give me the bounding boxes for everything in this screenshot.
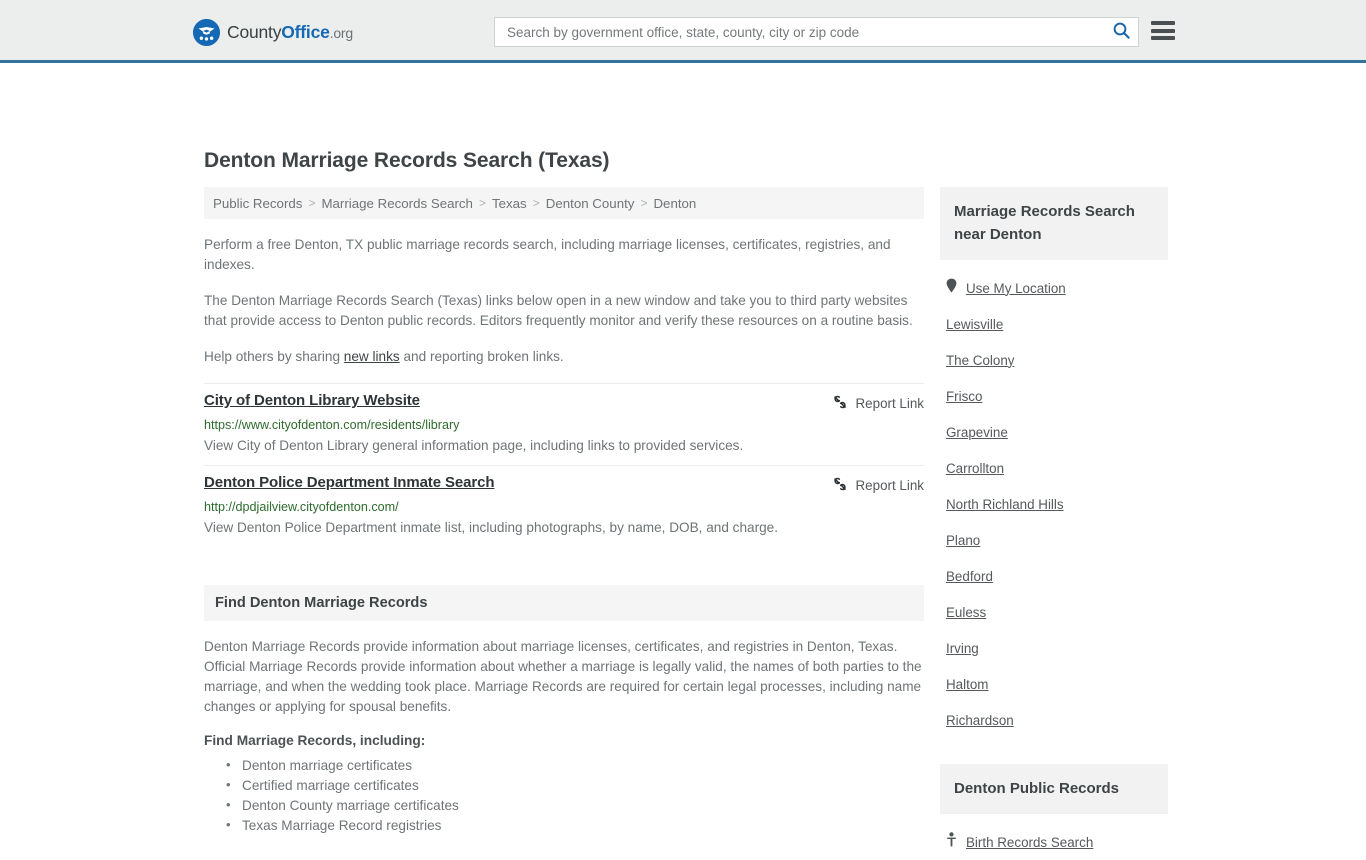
breadcrumb-item-texas[interactable]: Texas xyxy=(492,196,527,211)
find-records-section-body: Denton Marriage Records provide informat… xyxy=(204,639,922,714)
broken-link-icon xyxy=(832,394,848,413)
sidebar-item-euless[interactable]: Euless xyxy=(940,594,1168,630)
share-text-before: Help others by sharing xyxy=(204,349,344,364)
breadcrumb-separator: > xyxy=(640,196,648,210)
report-link-label: Report Link xyxy=(855,478,924,493)
breadcrumb-item-denton-county[interactable]: Denton County xyxy=(546,196,635,211)
intro-paragraph-1: Perform a free Denton, TX public marriag… xyxy=(204,237,891,272)
report-link-button[interactable]: Report Link xyxy=(832,474,924,495)
find-records-section-heading: Find Denton Marriage Records xyxy=(204,585,924,621)
sidebar-nearby-heading: Marriage Records Search near Denton xyxy=(940,187,1168,260)
sidebar-item-label[interactable]: Carrollton xyxy=(946,461,1004,476)
sidebar-item-irving[interactable]: Irving xyxy=(940,630,1168,666)
breadcrumb-separator: > xyxy=(308,196,316,210)
sidebar-item-label[interactable]: Use My Location xyxy=(966,281,1066,296)
search-icon xyxy=(1113,22,1130,42)
page-title: Denton Marriage Records Search (Texas) xyxy=(204,149,610,172)
resource-link-url: https://www.cityofdenton.com/residents/l… xyxy=(204,418,460,432)
site-logo-text: CountyOffice.org xyxy=(227,22,353,43)
sidebar-item-label[interactable]: Birth Records Search xyxy=(966,835,1093,850)
find-records-list-heading: Find Marriage Records, including: xyxy=(204,733,426,748)
list-item: Certified marriage certificates xyxy=(226,775,924,796)
sidebar-item-north-richland-hills[interactable]: North Richland Hills xyxy=(940,486,1168,522)
sidebar-item-plano[interactable]: Plano xyxy=(940,522,1168,558)
resource-link-url: http://dpdjailview.cityofdenton.com/ xyxy=(204,500,399,514)
sidebar-item-lewisville[interactable]: Lewisville xyxy=(940,306,1168,342)
sidebar-item-label[interactable]: Irving xyxy=(946,641,979,656)
find-records-list: Denton marriage certificates Certified m… xyxy=(204,755,924,836)
breadcrumb-separator: > xyxy=(532,196,540,210)
sidebar-item-label[interactable]: Euless xyxy=(946,605,986,620)
sidebar-public-records-heading: Denton Public Records xyxy=(940,764,1168,814)
resource-link-header: Denton Police Department Inmate Search R… xyxy=(204,474,924,495)
logo-text-org: .org xyxy=(329,25,354,41)
sidebar-public-records-list: Birth Records Search xyxy=(940,814,1168,860)
sidebar-item-grapevine[interactable]: Grapevine xyxy=(940,414,1168,450)
baby-icon xyxy=(946,832,957,852)
list-item: Texas Marriage Record registries xyxy=(226,815,924,836)
breadcrumb-item-marriage-records-search[interactable]: Marriage Records Search xyxy=(321,196,473,211)
sidebar-item-label[interactable]: North Richland Hills xyxy=(946,497,1064,512)
site-logo[interactable]: CountyOffice.org xyxy=(193,19,353,46)
search-bar[interactable] xyxy=(494,17,1139,47)
logo-text-office: Office xyxy=(281,22,330,42)
site-header: CountyOffice.org xyxy=(0,0,1366,63)
sidebar-item-use-my-location[interactable]: Use My Location xyxy=(940,270,1168,306)
report-link-button[interactable]: Report Link xyxy=(832,392,924,413)
sidebar-item-label[interactable]: Plano xyxy=(946,533,980,548)
breadcrumb-item-public-records[interactable]: Public Records xyxy=(213,196,302,211)
resource-link-header: City of Denton Library Website Report Li… xyxy=(204,392,924,413)
sidebar-item-label[interactable]: Richardson xyxy=(946,713,1014,728)
sidebar-item-label[interactable]: The Colony xyxy=(946,353,1014,368)
sidebar-nearby-list: Use My Location Lewisville The Colony Fr… xyxy=(940,260,1168,738)
hamburger-bar-1 xyxy=(1151,21,1175,25)
sidebar-item-richardson[interactable]: Richardson xyxy=(940,702,1168,738)
resource-link-entry: City of Denton Library Website Report Li… xyxy=(204,383,924,465)
report-link-label: Report Link xyxy=(855,396,924,411)
main-content: Denton Marriage Records Search (Texas) P… xyxy=(204,149,924,836)
sidebar-item-frisco[interactable]: Frisco xyxy=(940,378,1168,414)
breadcrumb-item-denton[interactable]: Denton xyxy=(653,196,696,211)
sidebar-item-birth-records-search[interactable]: Birth Records Search xyxy=(940,824,1168,860)
sidebar-item-carrollton[interactable]: Carrollton xyxy=(940,450,1168,486)
sidebar: Marriage Records Search near Denton Use … xyxy=(940,187,1168,860)
search-input[interactable] xyxy=(495,18,1104,46)
broken-link-icon xyxy=(832,476,848,495)
share-text-after: and reporting broken links. xyxy=(399,349,564,364)
hamburger-menu-icon[interactable] xyxy=(1151,21,1175,40)
map-pin-icon xyxy=(946,278,957,298)
new-links-link[interactable]: new links xyxy=(344,349,400,364)
resource-link-description: View City of Denton Library general info… xyxy=(204,438,744,453)
sidebar-item-label[interactable]: Frisco xyxy=(946,389,982,404)
sidebar-item-label[interactable]: Lewisville xyxy=(946,317,1003,332)
intro-paragraph-3: Help others by sharing new links and rep… xyxy=(204,347,924,367)
resource-link-title[interactable]: City of Denton Library Website xyxy=(204,392,420,409)
sidebar-item-label[interactable]: Bedford xyxy=(946,569,993,584)
hamburger-bar-2 xyxy=(1151,28,1175,33)
breadcrumb: Public Records > Marriage Records Search… xyxy=(204,187,924,219)
list-item: Denton marriage certificates xyxy=(226,755,924,776)
list-item: Denton County marriage certificates xyxy=(226,795,924,816)
sidebar-item-label[interactable]: Grapevine xyxy=(946,425,1008,440)
sidebar-item-haltom[interactable]: Haltom xyxy=(940,666,1168,702)
search-button[interactable] xyxy=(1104,18,1138,46)
intro-paragraph-2: The Denton Marriage Records Search (Texa… xyxy=(204,293,913,328)
breadcrumb-separator: > xyxy=(478,196,486,210)
logo-text-county: County xyxy=(227,22,282,42)
sidebar-item-the-colony[interactable]: The Colony xyxy=(940,342,1168,378)
hamburger-bar-3 xyxy=(1151,36,1175,40)
sidebar-item-label[interactable]: Haltom xyxy=(946,677,988,692)
countyoffice-eagle-logo-icon xyxy=(193,19,220,46)
resource-link-description: View Denton Police Department inmate lis… xyxy=(204,520,779,535)
resource-link-entry: Denton Police Department Inmate Search R… xyxy=(204,465,924,547)
sidebar-item-bedford[interactable]: Bedford xyxy=(940,558,1168,594)
resource-link-title[interactable]: Denton Police Department Inmate Search xyxy=(204,474,495,491)
